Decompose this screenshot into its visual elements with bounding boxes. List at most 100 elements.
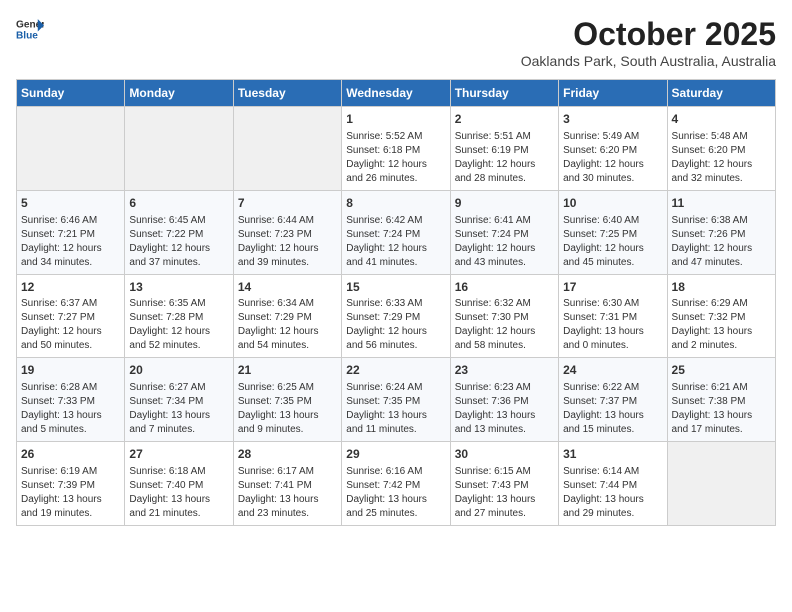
day-info: Sunrise: 6:21 AM Sunset: 7:38 PM Dayligh…: [672, 381, 771, 437]
day-info: Sunrise: 6:32 AM Sunset: 7:30 PM Dayligh…: [455, 297, 554, 353]
day-number: 20: [129, 362, 228, 379]
day-info: Sunrise: 6:14 AM Sunset: 7:44 PM Dayligh…: [563, 465, 662, 521]
calendar-cell: 27 Sunrise: 6:18 AM Sunset: 7:40 PM Dayli…: [125, 442, 233, 526]
day-number: 6: [129, 195, 228, 212]
calendar-cell: 23 Sunrise: 6:23 AM Sunset: 7:36 PM Dayli…: [450, 358, 558, 442]
calendar-cell: 10 Sunrise: 6:40 AM Sunset: 7:25 PM Dayli…: [559, 190, 667, 274]
day-number: 4: [672, 111, 771, 128]
day-number: 18: [672, 279, 771, 296]
day-number: 13: [129, 279, 228, 296]
day-info: Sunrise: 6:22 AM Sunset: 7:37 PM Dayligh…: [563, 381, 662, 437]
day-info: Sunrise: 6:45 AM Sunset: 7:22 PM Dayligh…: [129, 214, 228, 270]
calendar-table: SundayMondayTuesdayWednesdayThursdayFrid…: [16, 79, 776, 526]
calendar-cell: 4 Sunrise: 5:48 AM Sunset: 6:20 PM Daylig…: [667, 107, 775, 191]
day-info: Sunrise: 6:19 AM Sunset: 7:39 PM Dayligh…: [21, 465, 120, 521]
calendar-cell: 6 Sunrise: 6:45 AM Sunset: 7:22 PM Daylig…: [125, 190, 233, 274]
calendar-cell: 25 Sunrise: 6:21 AM Sunset: 7:38 PM Dayli…: [667, 358, 775, 442]
logo-icon: General Blue: [16, 16, 44, 44]
weekday-header: Saturday: [667, 80, 775, 107]
day-number: 25: [672, 362, 771, 379]
day-info: Sunrise: 6:35 AM Sunset: 7:28 PM Dayligh…: [129, 297, 228, 353]
day-info: Sunrise: 6:15 AM Sunset: 7:43 PM Dayligh…: [455, 465, 554, 521]
calendar-cell: 7 Sunrise: 6:44 AM Sunset: 7:23 PM Daylig…: [233, 190, 341, 274]
day-info: Sunrise: 6:44 AM Sunset: 7:23 PM Dayligh…: [238, 214, 337, 270]
day-info: Sunrise: 6:40 AM Sunset: 7:25 PM Dayligh…: [563, 214, 662, 270]
calendar-cell: [125, 107, 233, 191]
calendar-cell: 21 Sunrise: 6:25 AM Sunset: 7:35 PM Dayli…: [233, 358, 341, 442]
calendar-cell: 15Sunrise: 6:33 AM Sunset: 7:29 PM Dayli…: [342, 274, 450, 358]
day-number: 17: [563, 279, 662, 296]
weekday-header: Sunday: [17, 80, 125, 107]
day-number: 31: [563, 446, 662, 463]
calendar-cell: 3 Sunrise: 5:49 AM Sunset: 6:20 PM Daylig…: [559, 107, 667, 191]
day-number: 5: [21, 195, 120, 212]
weekday-header: Monday: [125, 80, 233, 107]
calendar-cell: 13Sunrise: 6:35 AM Sunset: 7:28 PM Dayli…: [125, 274, 233, 358]
calendar-week-row: 19Sunrise: 6:28 AM Sunset: 7:33 PM Dayli…: [17, 358, 776, 442]
day-info: Sunrise: 6:25 AM Sunset: 7:35 PM Dayligh…: [238, 381, 337, 437]
day-number: 7: [238, 195, 337, 212]
day-info: Sunrise: 6:23 AM Sunset: 7:36 PM Dayligh…: [455, 381, 554, 437]
calendar-cell: 14Sunrise: 6:34 AM Sunset: 7:29 PM Dayli…: [233, 274, 341, 358]
calendar-week-row: 12Sunrise: 6:37 AM Sunset: 7:27 PM Dayli…: [17, 274, 776, 358]
day-number: 3: [563, 111, 662, 128]
day-number: 23: [455, 362, 554, 379]
calendar-cell: [667, 442, 775, 526]
day-number: 10: [563, 195, 662, 212]
title-block: October 2025 Oaklands Park, South Austra…: [521, 16, 776, 69]
day-number: 12: [21, 279, 120, 296]
calendar-cell: [233, 107, 341, 191]
logo: General Blue: [16, 16, 44, 44]
calendar-cell: 11Sunrise: 6:38 AM Sunset: 7:26 PM Dayli…: [667, 190, 775, 274]
day-info: Sunrise: 5:52 AM Sunset: 6:18 PM Dayligh…: [346, 130, 445, 186]
calendar-cell: 30Sunrise: 6:15 AM Sunset: 7:43 PM Dayli…: [450, 442, 558, 526]
page-header: General Blue October 2025 Oaklands Park,…: [16, 16, 776, 69]
day-number: 1: [346, 111, 445, 128]
day-number: 14: [238, 279, 337, 296]
day-info: Sunrise: 6:37 AM Sunset: 7:27 PM Dayligh…: [21, 297, 120, 353]
calendar-cell: 31 Sunrise: 6:14 AM Sunset: 7:44 PM Dayli…: [559, 442, 667, 526]
calendar-cell: 26 Sunrise: 6:19 AM Sunset: 7:39 PM Dayli…: [17, 442, 125, 526]
calendar-cell: 18Sunrise: 6:29 AM Sunset: 7:32 PM Dayli…: [667, 274, 775, 358]
day-number: 2: [455, 111, 554, 128]
day-number: 9: [455, 195, 554, 212]
calendar-cell: 29Sunrise: 6:16 AM Sunset: 7:42 PM Dayli…: [342, 442, 450, 526]
day-number: 21: [238, 362, 337, 379]
day-info: Sunrise: 6:18 AM Sunset: 7:40 PM Dayligh…: [129, 465, 228, 521]
day-number: 26: [21, 446, 120, 463]
day-info: Sunrise: 6:17 AM Sunset: 7:41 PM Dayligh…: [238, 465, 337, 521]
day-number: 24: [563, 362, 662, 379]
calendar-cell: 9Sunrise: 6:41 AM Sunset: 7:24 PM Daylig…: [450, 190, 558, 274]
calendar-cell: 24 Sunrise: 6:22 AM Sunset: 7:37 PM Dayli…: [559, 358, 667, 442]
calendar-cell: 1 Sunrise: 5:52 AM Sunset: 6:18 PM Daylig…: [342, 107, 450, 191]
calendar-week-row: 5Sunrise: 6:46 AM Sunset: 7:21 PM Daylig…: [17, 190, 776, 274]
day-number: 15: [346, 279, 445, 296]
weekday-header-row: SundayMondayTuesdayWednesdayThursdayFrid…: [17, 80, 776, 107]
calendar-cell: 28Sunrise: 6:17 AM Sunset: 7:41 PM Dayli…: [233, 442, 341, 526]
calendar-cell: 17Sunrise: 6:30 AM Sunset: 7:31 PM Dayli…: [559, 274, 667, 358]
weekday-header: Thursday: [450, 80, 558, 107]
calendar-cell: 19Sunrise: 6:28 AM Sunset: 7:33 PM Dayli…: [17, 358, 125, 442]
day-number: 11: [672, 195, 771, 212]
calendar-cell: 22 Sunrise: 6:24 AM Sunset: 7:35 PM Dayli…: [342, 358, 450, 442]
day-info: Sunrise: 6:24 AM Sunset: 7:35 PM Dayligh…: [346, 381, 445, 437]
day-info: Sunrise: 5:49 AM Sunset: 6:20 PM Dayligh…: [563, 130, 662, 186]
day-info: Sunrise: 5:48 AM Sunset: 6:20 PM Dayligh…: [672, 130, 771, 186]
calendar-cell: 2 Sunrise: 5:51 AM Sunset: 6:19 PM Daylig…: [450, 107, 558, 191]
day-info: Sunrise: 6:30 AM Sunset: 7:31 PM Dayligh…: [563, 297, 662, 353]
location-subtitle: Oaklands Park, South Australia, Australi…: [521, 53, 776, 69]
day-info: Sunrise: 6:34 AM Sunset: 7:29 PM Dayligh…: [238, 297, 337, 353]
weekday-header: Tuesday: [233, 80, 341, 107]
month-title: October 2025: [521, 16, 776, 53]
calendar-cell: 8Sunrise: 6:42 AM Sunset: 7:24 PM Daylig…: [342, 190, 450, 274]
calendar-cell: [17, 107, 125, 191]
day-number: 8: [346, 195, 445, 212]
day-info: Sunrise: 6:29 AM Sunset: 7:32 PM Dayligh…: [672, 297, 771, 353]
day-number: 19: [21, 362, 120, 379]
day-info: Sunrise: 5:51 AM Sunset: 6:19 PM Dayligh…: [455, 130, 554, 186]
day-number: 29: [346, 446, 445, 463]
day-number: 22: [346, 362, 445, 379]
calendar-cell: 5Sunrise: 6:46 AM Sunset: 7:21 PM Daylig…: [17, 190, 125, 274]
day-number: 27: [129, 446, 228, 463]
day-info: Sunrise: 6:33 AM Sunset: 7:29 PM Dayligh…: [346, 297, 445, 353]
